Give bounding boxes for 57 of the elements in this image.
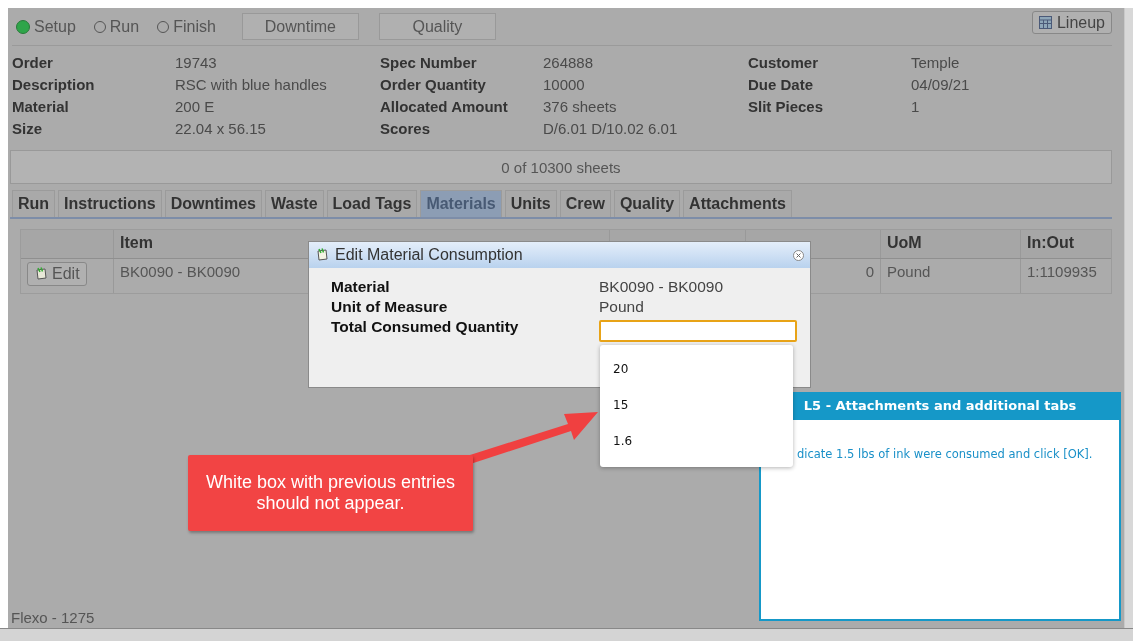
close-icon[interactable] [793, 249, 804, 261]
tab[interactable]: Crew [559, 190, 611, 217]
field-value: D/6.01 D/10.02 6.01 [543, 120, 679, 139]
field-label: Allocated Amount [380, 98, 509, 117]
status-radio[interactable]: Finish [157, 17, 216, 36]
field-label: Scores [380, 120, 432, 139]
tab[interactable]: Waste [265, 190, 324, 217]
tab[interactable]: Load Tags [326, 190, 418, 217]
toolbar-button[interactable]: Downtime [241, 13, 359, 40]
field-value: RSC with blue handles [175, 76, 328, 95]
status-radio[interactable]: Setup [16, 17, 76, 36]
field-label: Size [12, 120, 43, 139]
status-radio[interactable]: Run [93, 17, 140, 36]
field-label: Material [12, 98, 70, 117]
column-header: UoM [881, 230, 1021, 258]
field-label: Slit Pieces [748, 98, 825, 117]
field-label: Total Consumed Quantity [331, 318, 520, 337]
table-cell-text: 1:1109935 [1026, 262, 1098, 282]
column-header: In:Out [1026, 233, 1076, 253]
field-label: Order [12, 54, 54, 73]
notepad-icon [315, 248, 329, 262]
table-icon [1038, 16, 1052, 29]
field-value: 264888 [543, 54, 595, 73]
tab[interactable]: Quality [613, 190, 681, 217]
footer-text: Flexo - 1275 [10, 609, 96, 628]
field-label: Due Date [748, 76, 815, 95]
progress-bar: 0 of 10300 sheets [10, 150, 1112, 184]
field-value: 10000 [543, 76, 586, 95]
suggestion-item[interactable]: 1.6 [600, 423, 793, 459]
field-value: 19743 [175, 54, 218, 73]
lineup-button[interactable]: Lineup [1031, 11, 1112, 34]
field-value: 376 sheets [543, 98, 618, 117]
scrollbar[interactable] [1124, 8, 1133, 628]
notepad-icon [34, 267, 48, 281]
tab[interactable]: Instructions [58, 190, 162, 217]
table-cell: Pound [881, 259, 1021, 293]
field-label: Description [12, 76, 96, 95]
tab[interactable]: Attachments [683, 190, 792, 217]
tab[interactable]: Run [12, 190, 56, 217]
field-value: Temple [911, 54, 961, 73]
field-value: Pound [599, 298, 645, 317]
field-value: 22.04 x 56.15 [175, 120, 267, 139]
tab[interactable]: Downtimes [164, 190, 262, 217]
suggestion-item[interactable]: 20 [600, 351, 793, 387]
field-label: Unit of Measure [331, 298, 449, 317]
quantity-input[interactable] [599, 320, 797, 342]
field-value: 200 E [175, 98, 216, 117]
field-label: Customer [748, 54, 819, 73]
edit-button[interactable]: Edit [27, 262, 87, 286]
field-label: Spec Number [380, 54, 478, 73]
field-value: 04/09/21 [911, 76, 971, 95]
field-value: 1 [911, 98, 921, 117]
tutorial-text: dicate 1.5 lbs of ink were consumed and click [OK]. [796, 446, 1094, 461]
field-label: Order Quantity [380, 76, 487, 95]
toolbar-button[interactable]: Quality [378, 13, 496, 40]
tab[interactable]: Units [504, 190, 557, 217]
callout-box: White box with previous entries should not appear. [188, 455, 473, 531]
